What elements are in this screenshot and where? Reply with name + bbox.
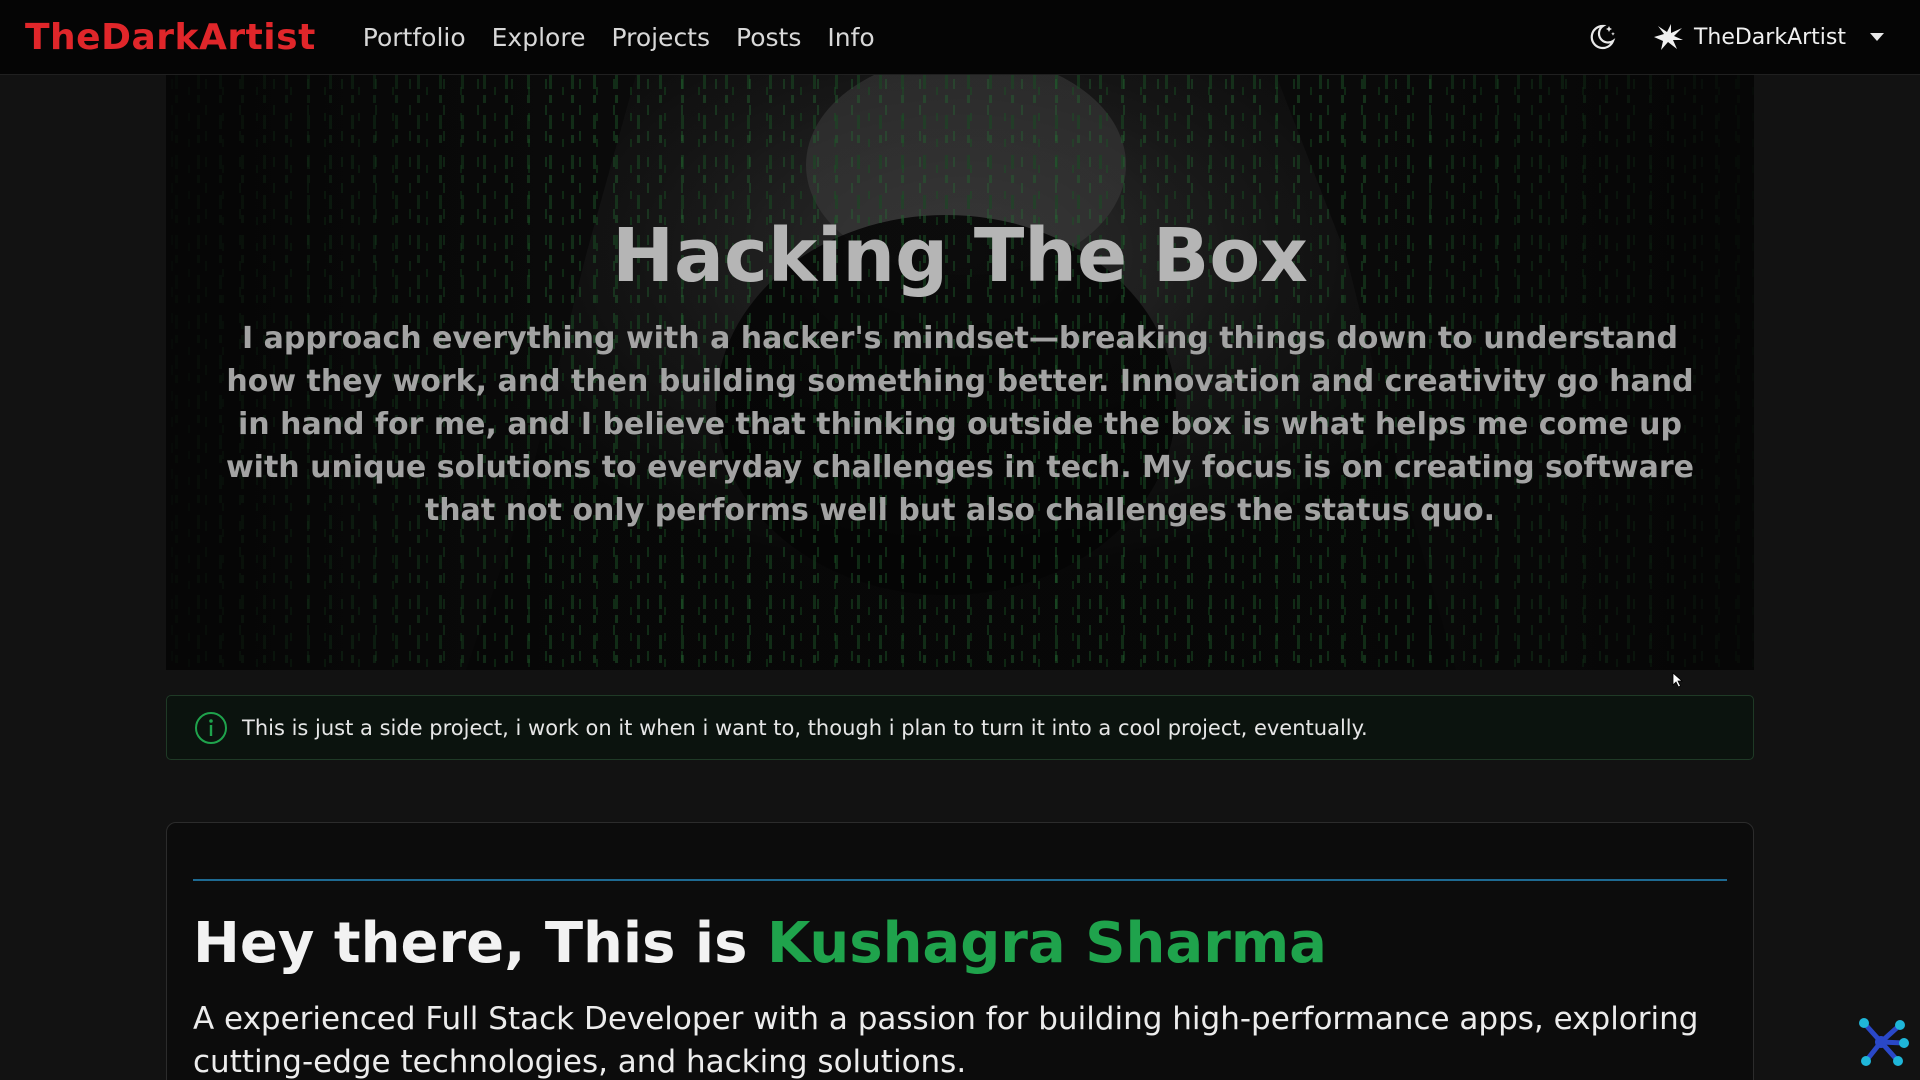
moon-stars-icon	[1590, 24, 1616, 50]
intro-greeting: Hey there, This is	[193, 911, 767, 976]
splat-logo-icon	[1653, 24, 1683, 50]
info-circle-icon	[194, 711, 228, 745]
chevron-down-icon	[1870, 33, 1884, 41]
avatar	[1652, 21, 1684, 53]
network-nodes-icon	[1859, 1018, 1909, 1066]
user-menu-dropdown[interactable]: TheDarkArtist	[1652, 21, 1884, 53]
intro-card: Hey there, This is Kushagra Sharma A exp…	[166, 822, 1754, 1080]
nav-right: TheDarkArtist	[1582, 17, 1884, 57]
mouse-cursor-icon	[1672, 672, 1684, 688]
divider	[193, 879, 1727, 881]
hero-description: I approach everything with a hacker's mi…	[225, 321, 1695, 528]
alert-message: This is just a side project, i work on i…	[242, 715, 1368, 740]
nav-link-projects[interactable]: Projects	[598, 23, 723, 52]
intro-description: A experienced Full Stack Developer with …	[193, 1001, 1699, 1080]
nav-link-explore[interactable]: Explore	[479, 23, 599, 52]
info-alert: This is just a side project, i work on i…	[166, 695, 1754, 760]
nav-link-info[interactable]: Info	[814, 23, 887, 52]
nav-links: Portfolio Explore Projects Posts Info	[350, 23, 888, 52]
intro-heading: Hey there, This is Kushagra Sharma	[193, 911, 1327, 976]
network-nodes-widget-button[interactable]	[1852, 1013, 1910, 1071]
nav-link-portfolio[interactable]: Portfolio	[350, 23, 479, 52]
nav-link-posts[interactable]: Posts	[723, 23, 814, 52]
top-navbar: TheDarkArtist Portfolio Explore Projects…	[0, 0, 1920, 75]
brand-logo-link[interactable]: TheDarkArtist	[25, 17, 316, 58]
theme-toggle-button[interactable]	[1582, 17, 1622, 57]
hero-banner: Hacking The Box I approach everything wi…	[166, 75, 1754, 670]
user-name: TheDarkArtist	[1693, 24, 1846, 50]
hero-content: Hacking The Box I approach everything wi…	[166, 75, 1754, 670]
hero-title: Hacking The Box	[612, 213, 1308, 299]
intro-name: Kushagra Sharma	[766, 911, 1327, 976]
